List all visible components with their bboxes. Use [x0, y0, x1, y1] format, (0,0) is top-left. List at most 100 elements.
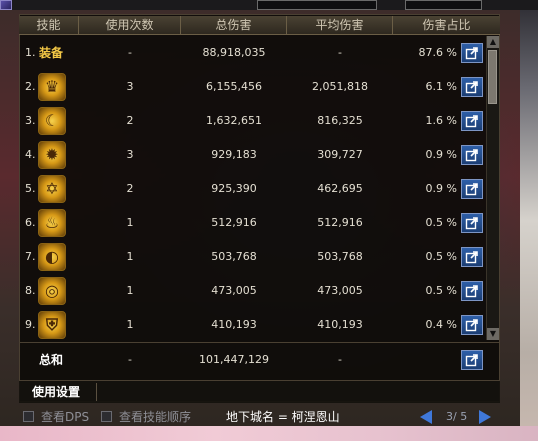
settings-title[interactable]: 使用设置 [32, 381, 80, 403]
checkbox-dps[interactable] [23, 411, 34, 422]
scroll-up-arrow-icon[interactable]: ▲ [487, 36, 499, 48]
top-hud-field[interactable] [405, 0, 482, 10]
page-indicator: 3/ 5 [446, 410, 468, 423]
row-damage-share: 0.5 % [425, 250, 457, 263]
top-hud-field[interactable] [257, 0, 377, 10]
share-icon [465, 183, 478, 196]
row-average-damage: 503,768 [317, 250, 363, 263]
checkbox-dps-label[interactable]: 查看DPS [41, 409, 89, 425]
crown-skill-icon[interactable]: ♛ [38, 73, 66, 101]
row-damage-share: 87.6 % [418, 46, 457, 59]
scroll-thumb[interactable] [488, 50, 497, 104]
share-button[interactable] [461, 281, 483, 301]
share-icon [465, 319, 478, 332]
row-total-damage: 473,005 [211, 284, 257, 297]
total-label: 总和 [39, 353, 64, 367]
row-average-damage: 512,916 [317, 216, 363, 229]
share-button[interactable] [461, 213, 483, 233]
row-uses: 2 [126, 182, 134, 195]
row-rank: 7. [25, 250, 36, 263]
table-row: 8. ◎ 1 473,005 473,005 0.5 % [19, 274, 486, 308]
checkbox-skill-order[interactable] [101, 411, 112, 422]
row-uses: 1 [126, 250, 134, 263]
row-damage-share: 0.9 % [425, 182, 457, 195]
row-total-damage: 929,183 [211, 148, 257, 161]
row-uses: 3 [126, 148, 134, 161]
moon-wave-skill-icon[interactable]: ◐ [38, 243, 66, 271]
share-icon [465, 251, 478, 264]
share-button[interactable] [461, 77, 483, 97]
share-button[interactable] [461, 247, 483, 267]
total-row: 总和 - 101,447,129 - [19, 343, 486, 377]
row-rank: 5. [25, 182, 36, 195]
table-row: 6. ♨ 1 512,916 512,916 0.5 % [19, 206, 486, 240]
scroll-down-arrow-icon[interactable]: ▼ [487, 328, 499, 340]
row-total-damage: 1,632,651 [206, 114, 262, 127]
table-row: 4. ✹ 3 929,183 309,727 0.9 % [19, 138, 486, 172]
column-header-damage-share[interactable]: 伤害占比 [393, 16, 500, 34]
crescent-slash-skill-icon[interactable]: ☾ [38, 107, 66, 135]
checkbox-skill-order-label[interactable]: 查看技能顺序 [119, 409, 191, 425]
row-total-damage: 6,155,456 [206, 80, 262, 93]
row-rank: 4. [25, 148, 36, 161]
row-average-damage: 473,005 [317, 284, 363, 297]
column-header-average-damage[interactable]: 平均伤害 [287, 16, 393, 34]
scrollbar[interactable]: ▲ ▼ [486, 36, 499, 340]
column-header-uses[interactable]: 使用次数 [79, 16, 181, 34]
row-total-damage: 512,916 [211, 216, 257, 229]
row-uses: 1 [126, 318, 134, 331]
share-button[interactable] [461, 43, 483, 63]
row-total-damage: 925,390 [211, 182, 257, 195]
share-button[interactable] [461, 315, 483, 335]
share-button[interactable] [461, 350, 483, 370]
scene-edge-bottom [0, 426, 538, 441]
total-average: - [338, 353, 342, 366]
dungeon-name: 地下城名 = 柯涅恩山 [226, 410, 340, 424]
share-icon [465, 149, 478, 162]
fire-aura-skill-icon[interactable]: ♨ [38, 209, 66, 237]
row-uses: 1 [126, 284, 134, 297]
row-rank: 6. [25, 216, 36, 229]
column-header-skill[interactable]: 技能 [19, 16, 79, 34]
row-average-damage: 309,727 [317, 148, 363, 161]
star-sigil-skill-icon[interactable]: ✡ [38, 175, 66, 203]
table-row: 7. ◐ 1 503,768 503,768 0.5 % [19, 240, 486, 274]
share-button[interactable] [461, 111, 483, 131]
total-uses: - [128, 353, 132, 366]
skill-name: 装备 [39, 46, 64, 60]
table-header: 技能 使用次数 总伤害 平均伤害 伤害占比 [19, 16, 500, 35]
row-uses: 2 [126, 114, 134, 127]
scene-edge-right [520, 0, 538, 441]
table-row: 3. ☾ 2 1,632,651 816,325 1.6 % [19, 104, 486, 138]
row-damage-share: 1.6 % [425, 114, 457, 127]
avatar[interactable] [0, 0, 12, 10]
share-button[interactable] [461, 145, 483, 165]
share-button[interactable] [461, 179, 483, 199]
top-hud-strip [0, 0, 538, 10]
footer-bar: 查看DPS 查看技能顺序 地下城名 = 柯涅恩山 3/ 5 [0, 406, 538, 428]
share-icon [465, 354, 478, 367]
column-header-total-damage[interactable]: 总伤害 [181, 16, 287, 34]
row-rank: 8. [25, 284, 36, 297]
table-row: 9. ⛨ 1 410,193 410,193 0.4 % [19, 308, 486, 342]
table-row: 5. ✡ 2 925,390 462,695 0.9 % [19, 172, 486, 206]
shield-skill-icon[interactable]: ⛨ [38, 311, 66, 339]
row-average-damage: 2,051,818 [312, 80, 368, 93]
next-page-arrow-icon[interactable] [479, 410, 491, 424]
row-damage-share: 0.9 % [425, 148, 457, 161]
row-uses: 3 [126, 80, 134, 93]
share-icon [465, 285, 478, 298]
row-rank: 3. [25, 114, 36, 127]
row-uses: 1 [126, 216, 134, 229]
table-row: 2. ♛ 3 6,155,456 2,051,818 6.1 % [19, 70, 486, 104]
row-damage-share: 6.1 % [425, 80, 457, 93]
spiral-skill-icon[interactable]: ◎ [38, 277, 66, 305]
row-total-damage: 88,918,035 [202, 46, 266, 59]
share-icon [465, 47, 478, 60]
share-icon [465, 81, 478, 94]
row-uses: - [128, 46, 132, 59]
flame-burst-skill-icon[interactable]: ✹ [38, 141, 66, 169]
row-average-damage: - [338, 46, 342, 59]
prev-page-arrow-icon[interactable] [420, 410, 432, 424]
row-average-damage: 816,325 [317, 114, 363, 127]
